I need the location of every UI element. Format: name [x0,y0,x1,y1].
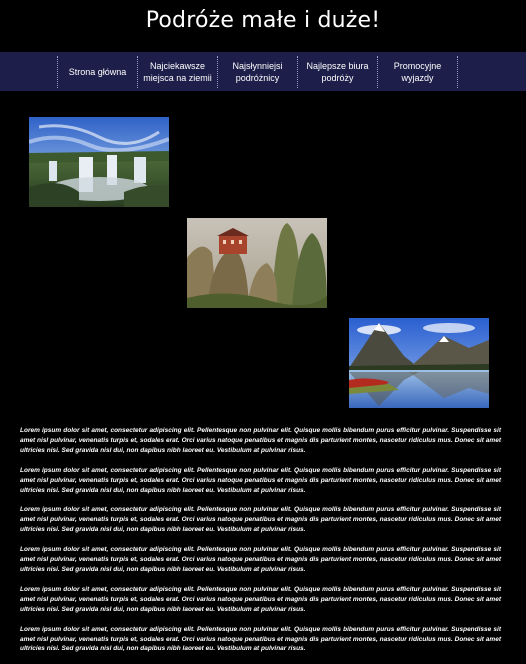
article-paragraph: Lorem ipsum dolor sit amet, consectetur … [20,546,501,573]
article-paragraph: Lorem ipsum dolor sit amet, consectetur … [20,625,501,653]
mountain-lake-image [349,318,489,408]
waterfall-photo [29,117,169,207]
article-paragraph: Lorem ipsum dolor sit amet, consectetur … [20,585,501,613]
article-paragraph: Lorem ipsum dolor sit amet, consectetur … [20,466,501,494]
main-nav: Strona główna Najciekawsze miejsca na zi… [0,52,526,91]
nav-item-travel-agencies[interactable]: Najlepsze biura podróży [298,56,378,88]
nav-item-famous-travelers[interactable]: Najsłynniejsi podróżnicy [218,56,298,88]
nav-item-home[interactable]: Strona główna [58,56,138,88]
article-text: Lorem ipsum dolor sit amet, consectetur … [20,426,501,664]
article-paragraph: Lorem ipsum dolor sit amet, consectetur … [20,427,501,454]
article-paragraph: Lorem ipsum dolor sit amet, consectetur … [20,506,501,534]
nav-item-promo-trips[interactable]: Promocyjne wyjazdy [378,56,458,88]
site-title: Podróże małe i duże! [145,8,381,33]
waterfall-image [29,117,169,207]
mountain-lake-photo [349,318,489,408]
cliff-monastery-image [187,218,327,308]
nav-list: Strona główna Najciekawsze miejsca na zi… [57,56,458,88]
cliff-monastery-photo [187,218,327,308]
nav-item-interesting-places[interactable]: Najciekawsze miejsca na ziemii [138,56,218,88]
